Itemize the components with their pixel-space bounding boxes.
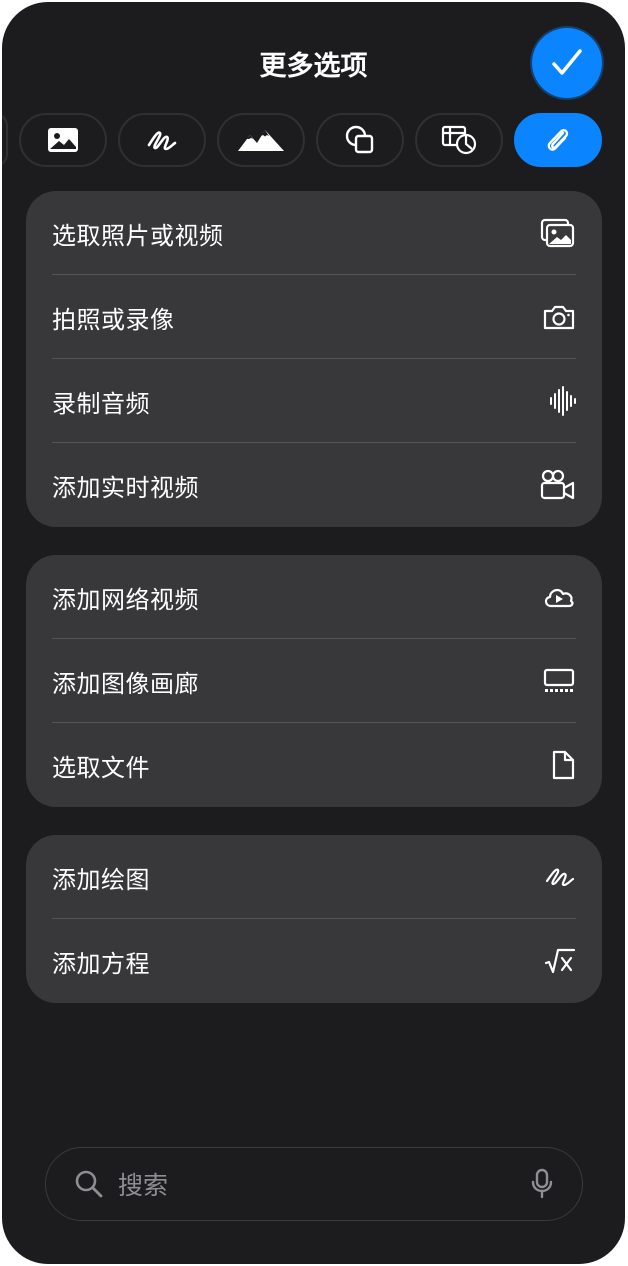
menu-item-label: 添加图像画廊 — [52, 669, 199, 698]
category-tab-table-chart[interactable] — [415, 113, 503, 167]
insert-options-group: 添加绘图 添加方程 — [26, 835, 602, 1003]
checkmark-icon — [552, 49, 582, 75]
mountains-icon — [238, 130, 284, 151]
menu-item-record-audio[interactable]: 录制音频 — [26, 359, 602, 443]
category-tab-partial[interactable] — [2, 113, 8, 167]
scribble-icon — [147, 131, 177, 151]
microphone-icon[interactable] — [530, 1168, 554, 1200]
waveform-icon — [536, 383, 576, 419]
menu-item-label: 添加网络视频 — [52, 585, 199, 614]
menu-item-label: 添加方程 — [52, 949, 150, 978]
menu-item-label: 添加实时视频 — [52, 473, 199, 502]
category-tab-shapes[interactable] — [316, 113, 404, 167]
photo-library-icon — [536, 215, 576, 251]
square-root-icon — [536, 943, 576, 979]
menu-item-label: 拍照或录像 — [52, 305, 175, 334]
category-tab-image[interactable] — [19, 113, 107, 167]
category-tab-landscape[interactable] — [217, 113, 305, 167]
menu-item-add-drawing[interactable]: 添加绘图 — [26, 835, 602, 919]
paperclip-icon — [547, 129, 569, 151]
scribble-icon — [536, 859, 576, 895]
menu-item-label: 选取文件 — [52, 753, 150, 782]
menu-item-add-equation[interactable]: 添加方程 — [26, 919, 602, 1003]
more-options-sheet: 更多选项 选取照片或视频 拍照或录像 录制音频 添加实时视频 添加网络视频 添加… — [2, 2, 625, 1264]
gallery-icon — [536, 663, 576, 699]
document-icon — [536, 747, 576, 783]
cloud-play-icon — [536, 579, 576, 615]
search-icon — [75, 1170, 103, 1198]
menu-item-add-live-video[interactable]: 添加实时视频 — [26, 443, 602, 527]
menu-item-choose-photo-video[interactable]: 选取照片或视频 — [26, 191, 602, 275]
menu-item-label: 录制音频 — [52, 389, 150, 418]
video-camera-icon — [536, 467, 576, 503]
menu-item-label: 添加绘图 — [52, 865, 150, 894]
search-field[interactable]: 搜索 — [45, 1147, 583, 1221]
shapes-icon — [345, 125, 374, 154]
search-placeholder: 搜索 — [118, 1171, 169, 1200]
media-options-group: 选取照片或视频 拍照或录像 录制音频 添加实时视频 — [26, 191, 602, 527]
menu-item-choose-file[interactable]: 选取文件 — [26, 723, 602, 807]
camera-icon — [536, 299, 576, 335]
web-options-group: 添加网络视频 添加图像画廊 选取文件 — [26, 555, 602, 807]
menu-item-add-image-gallery[interactable]: 添加图像画廊 — [26, 639, 602, 723]
category-tab-attachment[interactable] — [514, 113, 602, 167]
category-tab-drawing[interactable] — [118, 113, 206, 167]
table-chart-icon — [441, 125, 477, 155]
done-button[interactable] — [532, 28, 602, 98]
image-icon — [48, 128, 78, 152]
menu-item-add-web-video[interactable]: 添加网络视频 — [26, 555, 602, 639]
menu-item-take-photo-video[interactable]: 拍照或录像 — [26, 275, 602, 359]
menu-item-label: 选取照片或视频 — [52, 221, 224, 250]
